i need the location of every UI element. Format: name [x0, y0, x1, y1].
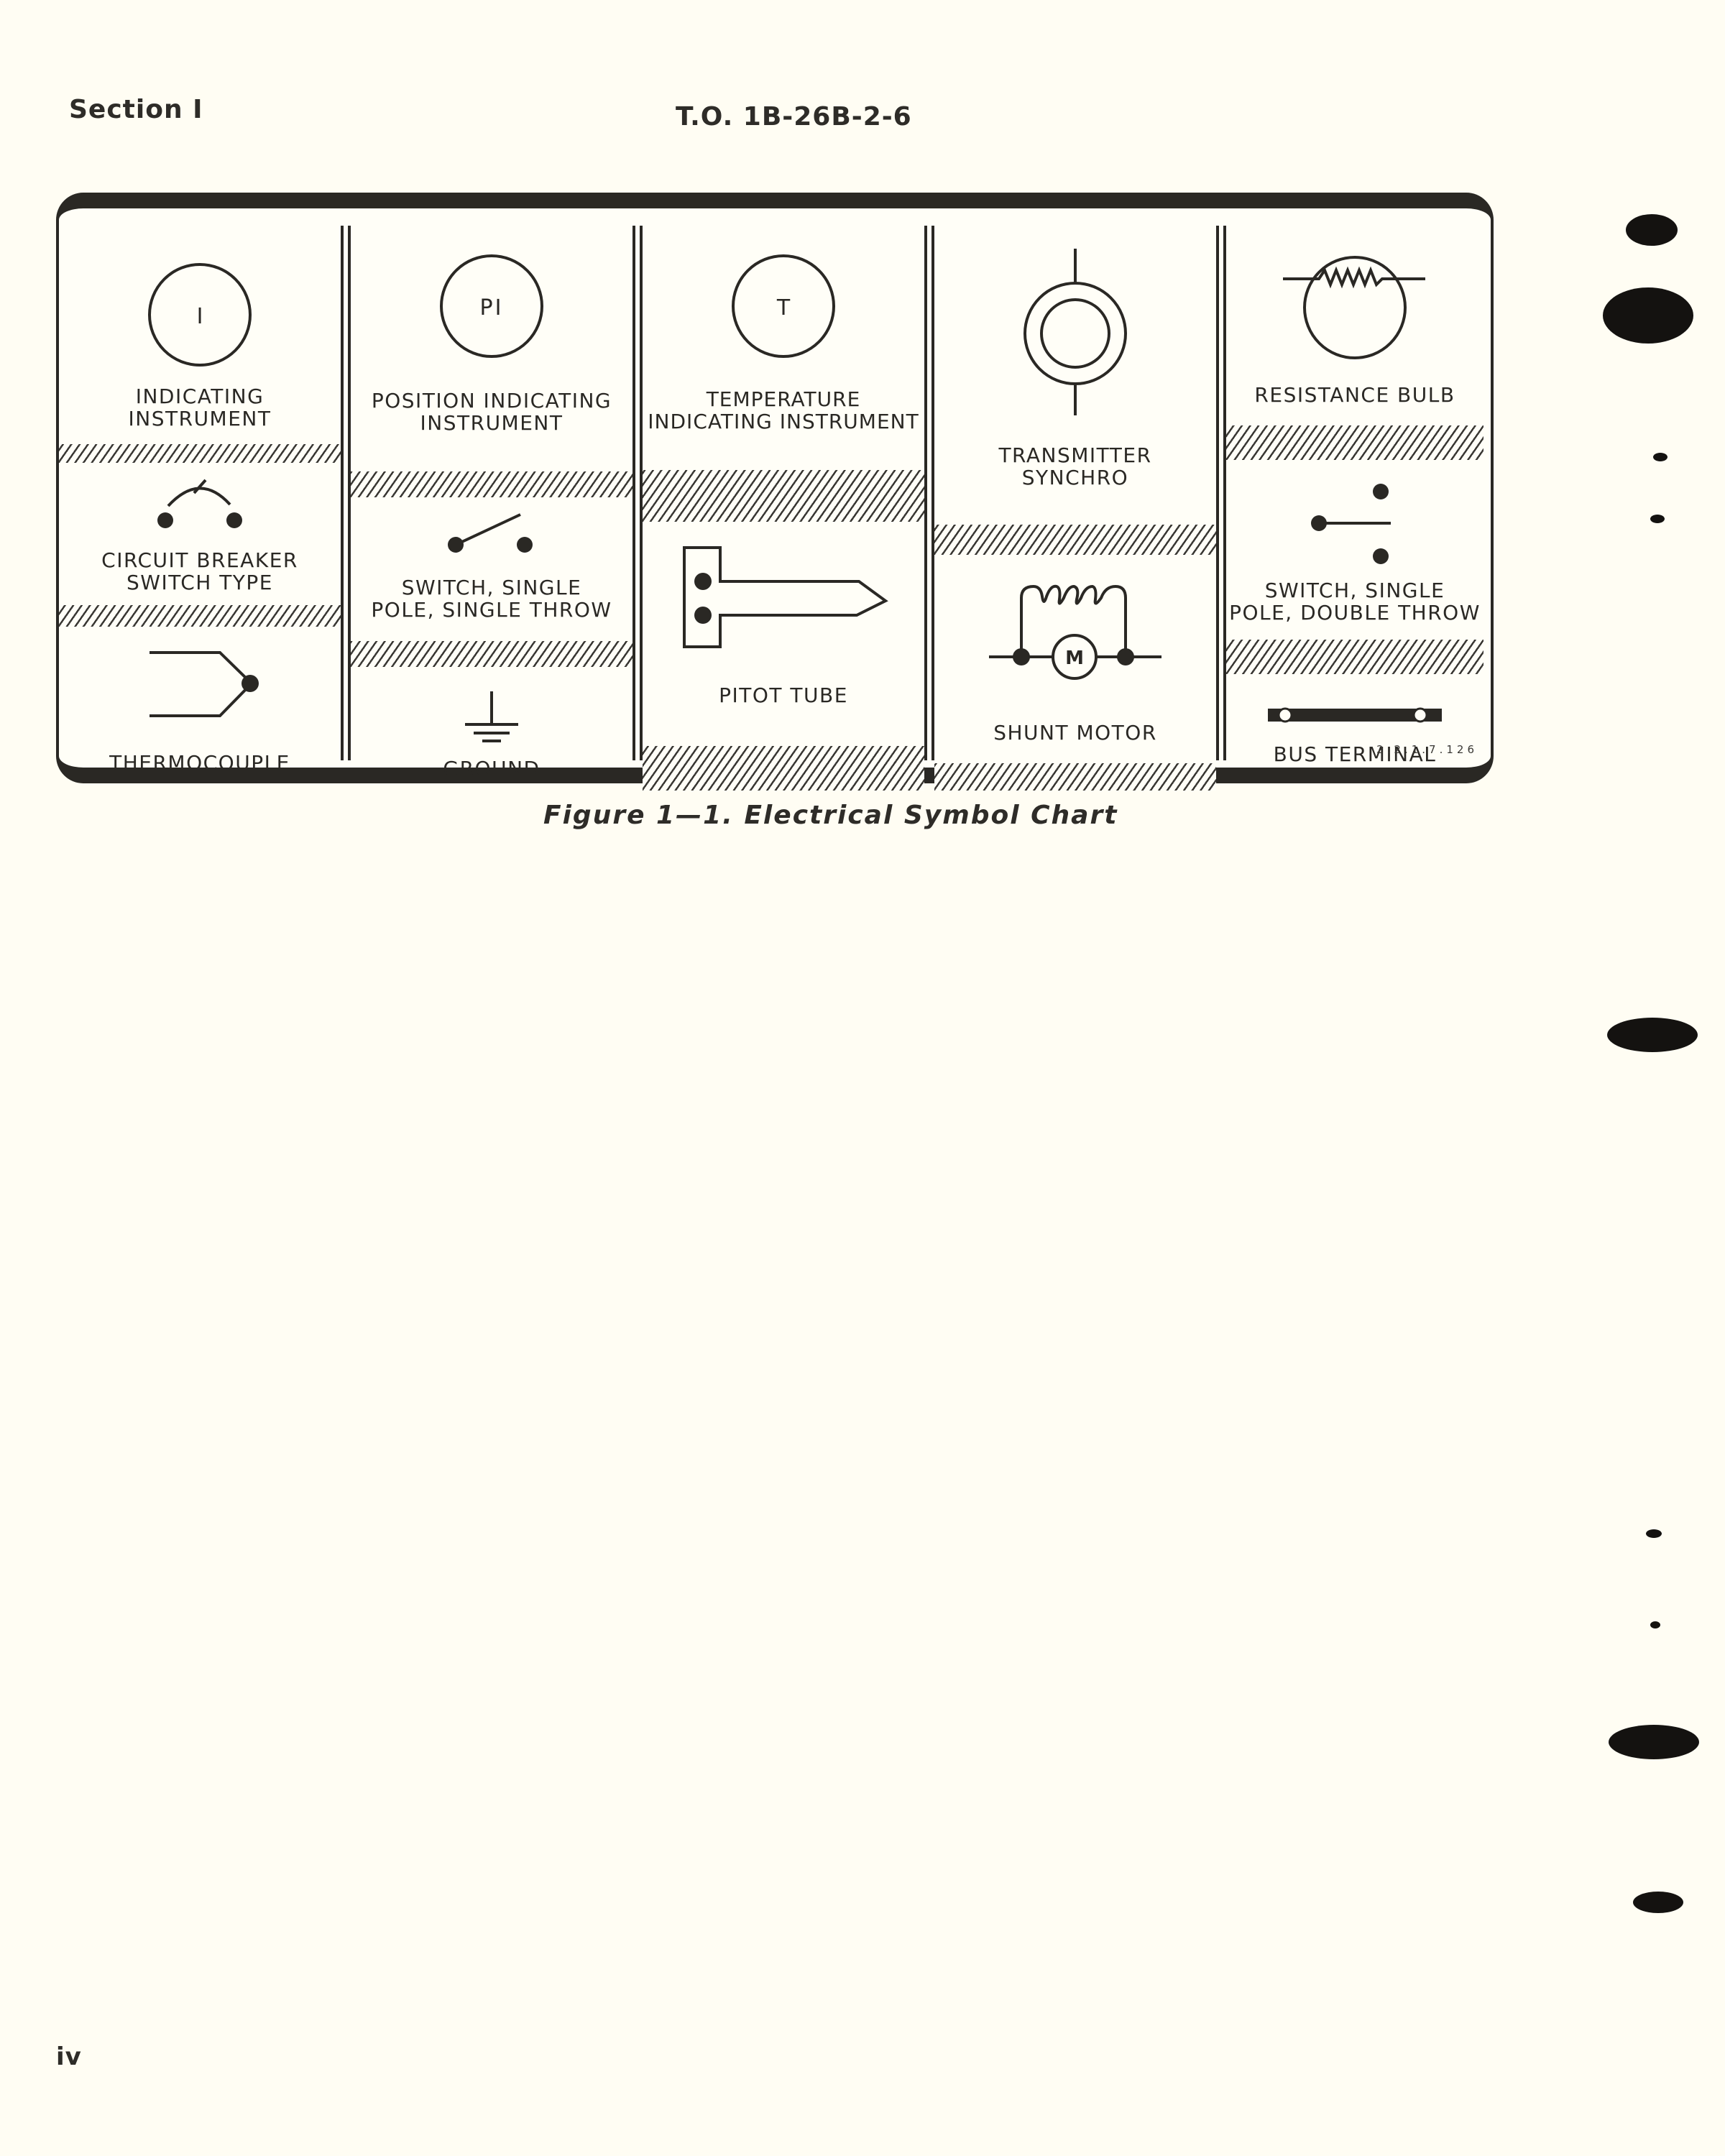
punch-hole — [1626, 214, 1678, 246]
hatch-divider — [351, 641, 632, 667]
position-indicating-instrument-label: POSITION INDICATING INSTRUMENT — [371, 389, 612, 435]
punch-hole — [1603, 287, 1693, 344]
punch-hole — [1607, 1018, 1698, 1052]
figure-code: 2.2.1.7.126 — [1376, 743, 1478, 756]
cell-indicating-instrument: I INDICATING INSTRUMENT — [59, 227, 341, 457]
thermocouple-icon — [150, 651, 259, 717]
punch-hole — [1650, 1621, 1660, 1628]
cell-pitot-tube: PITOT TUBE — [643, 522, 924, 724]
temperature-indicating-instrument-icon: T — [732, 254, 835, 358]
hatch-divider — [59, 444, 341, 463]
hatch-divider — [934, 763, 1216, 791]
chart-column-2: PI POSITION INDICATING INSTRUMENT SWITCH… — [351, 227, 632, 780]
punch-hole — [1633, 1892, 1683, 1913]
switch-spdt-label: SWITCH, SINGLE POLE, DOUBLE THROW — [1229, 579, 1481, 625]
circuit-breaker-label: CIRCUIT BREAKER SWITCH TYPE — [101, 548, 298, 594]
pitot-tube-label: PITOT TUBE — [719, 683, 848, 707]
hatch-divider — [1226, 425, 1484, 460]
chart-column-4: TRANSMITTER SYNCHRO M SHUNT MOTOR — [934, 227, 1216, 791]
column-divider — [1216, 226, 1226, 760]
cell-ground: GROUND — [351, 667, 632, 789]
ground-label: GROUND — [443, 757, 540, 780]
resistance-bulb-icon — [1283, 256, 1425, 359]
section-label: Section I — [69, 95, 203, 124]
column-divider — [341, 226, 351, 760]
punch-hole — [1609, 1725, 1699, 1759]
chart-column-5: RESISTANCE BULB SWITCH, SINGLE POLE, DOU… — [1226, 227, 1484, 765]
cell-switch-spdt: SWITCH, SINGLE POLE, DOUBLE THROW — [1226, 460, 1484, 640]
position-indicating-glyph: PI — [480, 295, 504, 321]
motor-glyph: M — [1065, 648, 1084, 669]
switch-spst-label: SWITCH, SINGLE POLE, SINGLE THROW — [371, 576, 612, 622]
indicating-instrument-label: INDICATING INSTRUMENT — [128, 384, 272, 430]
position-indicating-instrument-icon: PI — [440, 254, 543, 358]
shunt-motor-label: SHUNT MOTOR — [993, 721, 1157, 745]
thermocouple-label: THERMOCOUPLE — [109, 751, 290, 775]
hatch-divider — [934, 525, 1216, 555]
hatch-divider — [1226, 640, 1484, 674]
punch-hole — [1646, 1529, 1662, 1538]
cell-position-indicating-instrument: PI POSITION INDICATING INSTRUMENT — [351, 227, 632, 486]
indicating-instrument-glyph: I — [197, 304, 203, 329]
chart-column-3: T TEMPERATURE INDICATING INSTRUMENT PITO… — [643, 227, 924, 791]
figure-caption: Figure 1—1. Electrical Symbol Chart — [543, 801, 1118, 830]
cell-resistance-bulb: RESISTANCE BULB — [1226, 227, 1484, 436]
switch-spst-icon — [448, 513, 533, 553]
hatch-divider — [59, 605, 341, 627]
technical-order-number: T.O. 1B-26B-2-6 — [676, 102, 912, 132]
indicating-instrument-icon: I — [148, 263, 252, 367]
temperature-indicating-instrument-label: TEMPERATURE INDICATING INSTRUMENT — [648, 387, 919, 433]
cell-transmitter-synchro: TRANSMITTER SYNCHRO — [934, 227, 1216, 529]
cell-bus-terminal: BUS TERMINAL — [1226, 674, 1484, 789]
bus-terminal-icon — [1268, 707, 1442, 723]
punch-hole — [1650, 515, 1665, 523]
hatch-divider — [643, 470, 924, 522]
column-divider — [924, 226, 934, 760]
ground-icon — [465, 691, 518, 742]
chart-column-1: I INDICATING INSTRUMENT CIRCUIT BREAKER … — [59, 227, 341, 774]
cell-shunt-motor: M SHUNT MOTOR — [934, 555, 1216, 759]
resistance-bulb-label: RESISTANCE BULB — [1254, 383, 1455, 407]
cell-circuit-breaker: CIRCUIT BREAKER SWITCH TYPE — [59, 463, 341, 605]
punch-hole — [1653, 453, 1668, 461]
temperature-glyph: T — [776, 295, 791, 321]
page-number: iv — [56, 2042, 82, 2071]
transmitter-synchro-icon — [1024, 249, 1127, 415]
hatch-divider — [351, 471, 632, 497]
shunt-motor-icon: M — [989, 584, 1162, 680]
hatch-divider — [643, 746, 924, 791]
cell-thermocouple: THERMOCOUPLE — [59, 627, 341, 789]
switch-spdt-icon — [1311, 484, 1391, 564]
cell-switch-spst: SWITCH, SINGLE POLE, SINGLE THROW — [351, 497, 632, 641]
electrical-symbol-chart: I INDICATING INSTRUMENT CIRCUIT BREAKER … — [56, 193, 1494, 791]
column-divider — [632, 226, 643, 760]
circuit-breaker-icon — [157, 479, 242, 528]
transmitter-synchro-label: TRANSMITTER SYNCHRO — [998, 443, 1152, 489]
pitot-tube-icon — [683, 546, 888, 648]
cell-temperature-indicating-instrument: T TEMPERATURE INDICATING INSTRUMENT — [643, 227, 924, 480]
